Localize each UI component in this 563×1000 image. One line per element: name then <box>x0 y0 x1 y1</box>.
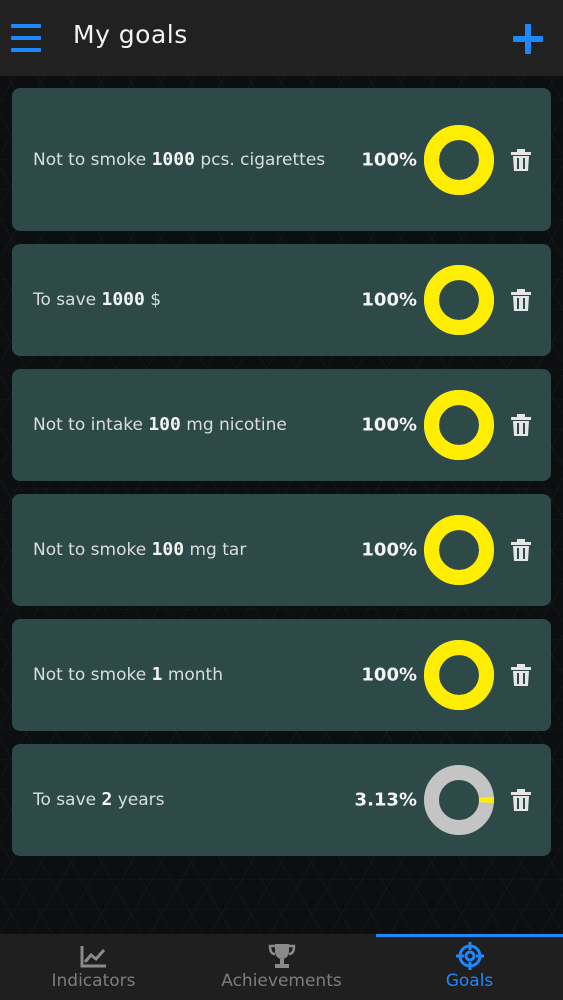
goal-card[interactable]: Not to smoke 1000 pcs. cigarettes 100% <box>12 88 551 231</box>
goal-card[interactable]: To save 1000 $ 100% <box>12 244 551 356</box>
ring-progress <box>424 124 494 195</box>
ring-progress <box>424 515 494 585</box>
goal-percent: 100% <box>361 664 417 686</box>
goal-text-pre: To save <box>33 290 102 310</box>
goal-text: To save 2 years <box>33 785 333 815</box>
goal-percent: 100% <box>361 539 417 561</box>
goal-list: Not to smoke 1000 pcs. cigarettes 100% T… <box>12 88 551 869</box>
goal-percent: 100% <box>361 414 417 436</box>
goal-text-post: mg nicotine <box>180 415 287 435</box>
tab-label: Indicators <box>51 971 136 991</box>
goal-card[interactable]: Not to smoke 1 month 100% <box>12 619 551 731</box>
add-goal-button[interactable] <box>513 24 543 54</box>
goal-percent: 100% <box>361 149 417 170</box>
goal-card[interactable]: Not to smoke 100 mg tar 100% <box>12 494 551 606</box>
goal-percent: 100% <box>361 289 417 311</box>
trash-icon[interactable] <box>510 788 532 812</box>
target-icon <box>455 942 484 970</box>
goal-progress-ring <box>424 390 494 460</box>
goal-text-number: 2 <box>101 789 113 810</box>
goal-text-post: years <box>112 790 165 810</box>
goal-text: Not to intake 100 mg nicotine <box>33 410 333 440</box>
goal-progress-ring <box>424 265 494 335</box>
goal-progress-ring <box>424 640 494 710</box>
goal-text-number: 1000 <box>101 289 145 310</box>
trash-icon[interactable] <box>510 288 532 312</box>
goal-text-pre: Not to smoke <box>33 540 152 560</box>
goal-percent: 3.13% <box>354 789 417 811</box>
tab-label: Goals <box>445 971 494 991</box>
trash-icon[interactable] <box>510 148 532 172</box>
chart-icon <box>80 946 106 968</box>
goal-text-post: $ <box>144 290 162 310</box>
goal-text-pre: Not to intake <box>33 415 149 435</box>
goal-text: To save 1000 $ <box>33 285 333 315</box>
page-title: My goals <box>73 20 188 49</box>
ring-progress <box>424 640 494 710</box>
trash-icon[interactable] <box>510 663 532 687</box>
goal-text: Not to smoke 1000 pcs. cigarettes <box>33 145 333 175</box>
goal-text-number: 1000 <box>151 148 195 170</box>
goal-text: Not to smoke 100 mg tar <box>33 535 333 565</box>
goal-text-number: 100 <box>148 414 181 435</box>
app-header: My goals <box>0 0 563 76</box>
tab-indicators[interactable]: Indicators <box>0 934 187 1000</box>
goal-progress-ring <box>424 765 494 835</box>
trophy-icon <box>268 944 295 968</box>
goal-text-pre: Not to smoke <box>33 149 152 170</box>
goal-text-post: month <box>162 665 224 685</box>
goal-text-pre: Not to smoke <box>33 665 152 685</box>
goal-text-pre: To save <box>33 790 102 810</box>
trash-icon[interactable] <box>510 538 532 562</box>
ring-progress <box>424 265 494 335</box>
goal-card[interactable]: To save 2 years 3.13% <box>12 744 551 856</box>
tab-achievements[interactable]: Achievements <box>187 934 376 1000</box>
tab-goals[interactable]: Goals <box>376 934 563 1000</box>
goal-card[interactable]: Not to intake 100 mg nicotine 100% <box>12 369 551 481</box>
goal-text: Not to smoke 1 month <box>33 660 333 690</box>
ring-progress <box>424 390 494 460</box>
trash-icon[interactable] <box>510 413 532 437</box>
goal-text-number: 1 <box>151 664 163 685</box>
goal-text-post: mg tar <box>184 540 247 560</box>
bottom-tab-bar: Indicators Achievements Goals <box>0 934 563 1000</box>
menu-icon[interactable] <box>11 24 41 52</box>
goal-progress-ring <box>424 515 494 585</box>
ring-track <box>424 765 494 835</box>
goal-text-number: 100 <box>151 539 185 560</box>
goal-progress-ring <box>424 124 494 195</box>
tab-label: Achievements <box>221 971 342 991</box>
goal-text-post: pcs. cigarettes <box>194 149 326 170</box>
